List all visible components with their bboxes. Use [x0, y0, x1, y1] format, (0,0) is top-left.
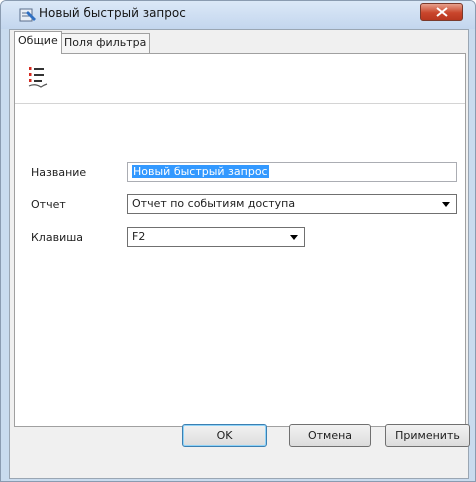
- apply-button[interactable]: Применить: [385, 424, 470, 447]
- report-select-value: Отчет по событиям доступа: [132, 197, 296, 210]
- header-divider: [15, 103, 465, 104]
- report-label: Отчет: [31, 198, 66, 211]
- hotkey-label: Клавиша: [31, 231, 84, 244]
- hotkey-select-value: F2: [132, 230, 146, 243]
- close-icon: [436, 7, 448, 17]
- tab-general[interactable]: Общие: [14, 31, 62, 54]
- cancel-button[interactable]: Отмена: [289, 424, 371, 447]
- chevron-down-icon: [290, 235, 298, 240]
- name-label: Название: [31, 166, 87, 179]
- close-button[interactable]: [420, 3, 463, 21]
- chevron-down-icon: [442, 202, 450, 207]
- window-title: Новый быстрый запрос: [39, 6, 186, 20]
- dialog-client: Общие Поля фильтра Название Новый быстры…: [9, 29, 469, 479]
- name-input-text: Новый быстрый запрос: [132, 165, 269, 178]
- hotkey-select[interactable]: F2: [127, 227, 305, 247]
- tab-panel-general: Название Новый быстрый запрос Отчет Отче…: [14, 53, 466, 427]
- document-list-icon: [27, 65, 49, 92]
- name-input[interactable]: Новый быстрый запрос: [127, 162, 457, 182]
- title-bar[interactable]: Новый быстрый запрос: [1, 1, 475, 29]
- ok-button[interactable]: OK: [182, 424, 267, 447]
- report-select[interactable]: Отчет по событиям доступа: [127, 194, 457, 214]
- dialog-window: Новый быстрый запрос Общие Поля фильтра: [0, 0, 476, 482]
- app-icon: [19, 7, 37, 23]
- tab-filter-fields[interactable]: Поля фильтра: [60, 33, 151, 53]
